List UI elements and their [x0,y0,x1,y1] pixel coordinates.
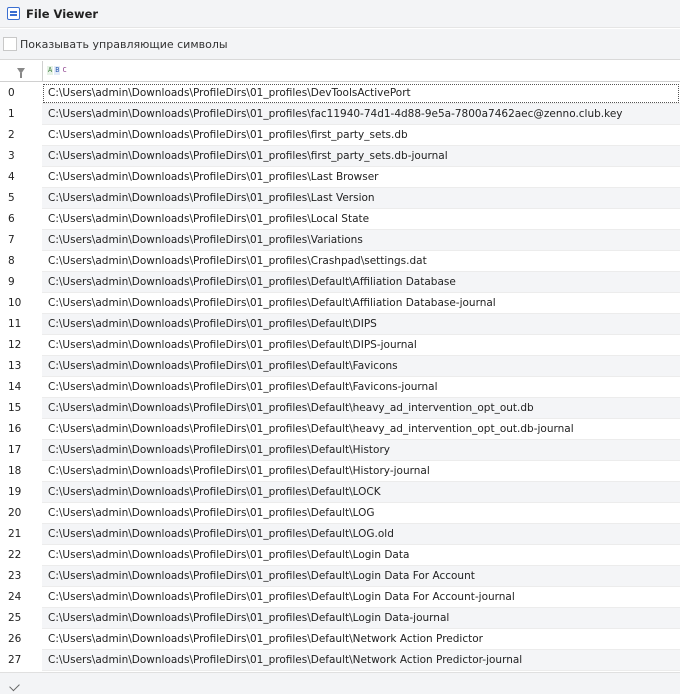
file-path-cell[interactable]: C:\Users\admin\Downloads\ProfileDirs\01_… [42,398,680,419]
file-path-cell[interactable]: C:\Users\admin\Downloads\ProfileDirs\01_… [42,83,680,104]
table-row[interactable]: 14 C:\Users\admin\Downloads\ProfileDirs\0… [0,377,680,398]
file-path-cell[interactable]: C:\Users\admin\Downloads\ProfileDirs\01_… [42,461,680,482]
file-path-cell[interactable]: C:\Users\admin\Downloads\ProfileDirs\01_… [42,608,680,629]
filter-button[interactable] [0,61,43,81]
show-control-chars-checkbox[interactable] [3,37,17,51]
file-path-cell[interactable]: C:\Users\admin\Downloads\ProfileDirs\01_… [42,356,680,377]
row-index: 13 [0,356,42,377]
file-path-cell[interactable]: C:\Users\admin\Downloads\ProfileDirs\01_… [42,503,680,524]
row-index: 4 [0,167,42,188]
row-index: 2 [0,125,42,146]
row-index: 23 [0,566,42,587]
footer-bar [0,672,680,694]
row-index: 6 [0,209,42,230]
file-path-cell[interactable]: C:\Users\admin\Downloads\ProfileDirs\01_… [42,629,680,650]
table-row[interactable]: 13 C:\Users\admin\Downloads\ProfileDirs\0… [0,356,680,377]
table-row[interactable]: 5 C:\Users\admin\Downloads\ProfileDirs\01… [0,188,680,209]
row-index: 10 [0,293,42,314]
table-row[interactable]: 21 C:\Users\admin\Downloads\ProfileDirs\0… [0,524,680,545]
abc-icon[interactable]: ABC [47,66,68,75]
grid-header: ABC [0,61,680,82]
row-index: 26 [0,629,42,650]
window-title: File Viewer [26,6,99,21]
table-row[interactable]: 2 C:\Users\admin\Downloads\ProfileDirs\01… [0,125,680,146]
row-index: 17 [0,440,42,461]
table-row[interactable]: 22 C:\Users\admin\Downloads\ProfileDirs\0… [0,545,680,566]
table-row[interactable]: 7 C:\Users\admin\Downloads\ProfileDirs\01… [0,230,680,251]
table-row[interactable]: 10 C:\Users\admin\Downloads\ProfileDirs\0… [0,293,680,314]
row-index: 8 [0,251,42,272]
table-row[interactable]: 1 C:\Users\admin\Downloads\ProfileDirs\01… [0,104,680,125]
show-control-chars-label[interactable]: Показывать управляющие символы [20,38,228,51]
file-path-cell[interactable]: C:\Users\admin\Downloads\ProfileDirs\01_… [42,314,680,335]
file-path-cell[interactable]: C:\Users\admin\Downloads\ProfileDirs\01_… [42,566,680,587]
file-list-grid: 0 C:\Users\admin\Downloads\ProfileDirs\01… [0,83,680,671]
row-index: 21 [0,524,42,545]
file-path-cell[interactable]: C:\Users\admin\Downloads\ProfileDirs\01_… [42,230,680,251]
table-row[interactable]: 26 C:\Users\admin\Downloads\ProfileDirs\0… [0,629,680,650]
row-index: 7 [0,230,42,251]
table-row[interactable]: 11 C:\Users\admin\Downloads\ProfileDirs\0… [0,314,680,335]
table-row[interactable]: 20 C:\Users\admin\Downloads\ProfileDirs\0… [0,503,680,524]
table-row[interactable]: 4 C:\Users\admin\Downloads\ProfileDirs\01… [0,167,680,188]
file-path-cell[interactable]: C:\Users\admin\Downloads\ProfileDirs\01_… [42,251,680,272]
file-path-cell[interactable]: C:\Users\admin\Downloads\ProfileDirs\01_… [42,188,680,209]
file-path-cell[interactable]: C:\Users\admin\Downloads\ProfileDirs\01_… [42,293,680,314]
file-path-cell[interactable]: C:\Users\admin\Downloads\ProfileDirs\01_… [42,335,680,356]
file-path-cell[interactable]: C:\Users\admin\Downloads\ProfileDirs\01_… [42,419,680,440]
row-index: 1 [0,104,42,125]
check-icon[interactable] [9,680,20,692]
row-index: 27 [0,650,42,671]
file-path-cell[interactable]: C:\Users\admin\Downloads\ProfileDirs\01_… [42,167,680,188]
table-row[interactable]: 8 C:\Users\admin\Downloads\ProfileDirs\01… [0,251,680,272]
list-icon [7,7,20,20]
row-index: 5 [0,188,42,209]
row-index: 20 [0,503,42,524]
file-path-cell[interactable]: C:\Users\admin\Downloads\ProfileDirs\01_… [42,650,680,671]
row-index: 24 [0,587,42,608]
file-path-cell[interactable]: C:\Users\admin\Downloads\ProfileDirs\01_… [42,482,680,503]
filter-icon [17,68,25,78]
row-index: 16 [0,419,42,440]
table-row[interactable]: 24 C:\Users\admin\Downloads\ProfileDirs\0… [0,587,680,608]
row-index: 3 [0,146,42,167]
row-index: 0 [0,83,42,104]
options-bar: Показывать управляющие символы [0,29,680,60]
table-row[interactable]: 15 C:\Users\admin\Downloads\ProfileDirs\0… [0,398,680,419]
file-path-cell[interactable]: C:\Users\admin\Downloads\ProfileDirs\01_… [42,125,680,146]
table-row[interactable]: 19 C:\Users\admin\Downloads\ProfileDirs\0… [0,482,680,503]
row-index: 18 [0,461,42,482]
row-index: 22 [0,545,42,566]
file-path-cell[interactable]: C:\Users\admin\Downloads\ProfileDirs\01_… [42,587,680,608]
row-index: 14 [0,377,42,398]
row-index: 12 [0,335,42,356]
file-path-cell[interactable]: C:\Users\admin\Downloads\ProfileDirs\01_… [42,272,680,293]
table-row[interactable]: 23 C:\Users\admin\Downloads\ProfileDirs\0… [0,566,680,587]
file-path-cell[interactable]: C:\Users\admin\Downloads\ProfileDirs\01_… [42,440,680,461]
row-index: 9 [0,272,42,293]
table-row[interactable]: 9 C:\Users\admin\Downloads\ProfileDirs\01… [0,272,680,293]
table-row[interactable]: 12 C:\Users\admin\Downloads\ProfileDirs\0… [0,335,680,356]
table-row[interactable]: 18 C:\Users\admin\Downloads\ProfileDirs\0… [0,461,680,482]
table-row[interactable]: 6 C:\Users\admin\Downloads\ProfileDirs\01… [0,209,680,230]
row-index: 15 [0,398,42,419]
table-row[interactable]: 25 C:\Users\admin\Downloads\ProfileDirs\0… [0,608,680,629]
table-row[interactable]: 0 C:\Users\admin\Downloads\ProfileDirs\01… [0,83,680,104]
file-path-cell[interactable]: C:\Users\admin\Downloads\ProfileDirs\01_… [42,104,680,125]
table-row[interactable]: 17 C:\Users\admin\Downloads\ProfileDirs\0… [0,440,680,461]
file-path-cell[interactable]: C:\Users\admin\Downloads\ProfileDirs\01_… [42,146,680,167]
table-row[interactable]: 3 C:\Users\admin\Downloads\ProfileDirs\01… [0,146,680,167]
file-path-cell[interactable]: C:\Users\admin\Downloads\ProfileDirs\01_… [42,524,680,545]
file-path-cell[interactable]: C:\Users\admin\Downloads\ProfileDirs\01_… [42,377,680,398]
file-path-cell[interactable]: C:\Users\admin\Downloads\ProfileDirs\01_… [42,209,680,230]
table-row[interactable]: 27 C:\Users\admin\Downloads\ProfileDirs\0… [0,650,680,671]
file-path-cell[interactable]: C:\Users\admin\Downloads\ProfileDirs\01_… [42,545,680,566]
title-bar: File Viewer [0,0,680,28]
row-index: 25 [0,608,42,629]
row-index: 11 [0,314,42,335]
row-index: 19 [0,482,42,503]
table-row[interactable]: 16 C:\Users\admin\Downloads\ProfileDirs\0… [0,419,680,440]
